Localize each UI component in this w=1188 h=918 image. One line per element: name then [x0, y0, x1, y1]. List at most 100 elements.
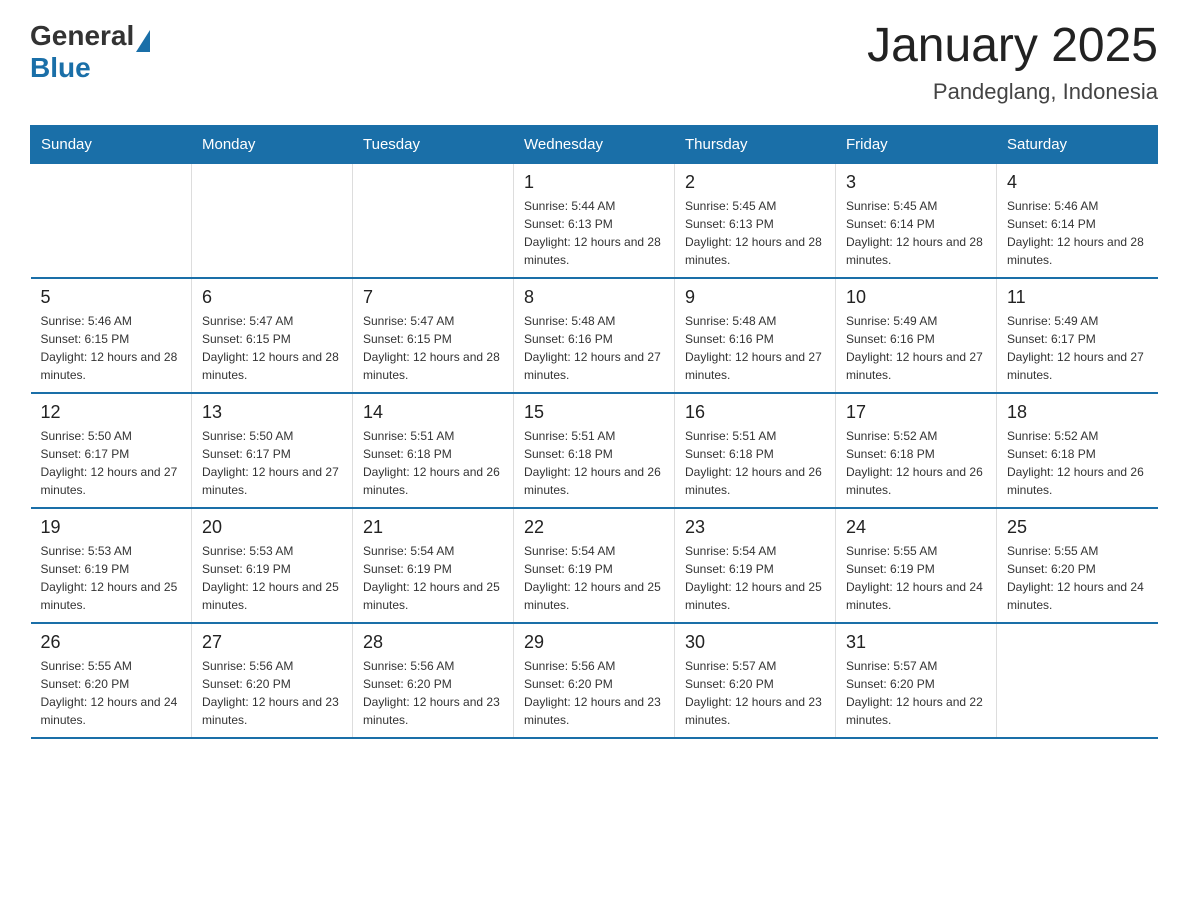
- day-info: Sunrise: 5:55 AMSunset: 6:19 PMDaylight:…: [846, 542, 986, 614]
- day-info: Sunrise: 5:57 AMSunset: 6:20 PMDaylight:…: [685, 657, 825, 729]
- day-info: Sunrise: 5:55 AMSunset: 6:20 PMDaylight:…: [41, 657, 182, 729]
- calendar-header-thursday: Thursday: [675, 125, 836, 163]
- calendar-header-monday: Monday: [192, 125, 353, 163]
- day-number: 15: [524, 402, 664, 423]
- day-number: 26: [41, 632, 182, 653]
- calendar-cell: 21Sunrise: 5:54 AMSunset: 6:19 PMDayligh…: [353, 508, 514, 623]
- day-info: Sunrise: 5:54 AMSunset: 6:19 PMDaylight:…: [685, 542, 825, 614]
- day-info: Sunrise: 5:48 AMSunset: 6:16 PMDaylight:…: [685, 312, 825, 384]
- calendar-table: SundayMondayTuesdayWednesdayThursdayFrid…: [30, 125, 1158, 739]
- calendar-cell: 31 Sunrise: 5:57 AMSunset: 6:20 PMDayligh…: [836, 623, 997, 738]
- day-number: 18: [1007, 402, 1148, 423]
- calendar-week-row: 1Sunrise: 5:44 AMSunset: 6:13 PMDaylight…: [31, 163, 1158, 278]
- day-number: 17: [846, 402, 986, 423]
- day-number: 16: [685, 402, 825, 423]
- calendar-cell: [192, 163, 353, 278]
- day-number: 14: [363, 402, 503, 423]
- calendar-cell: 7 Sunrise: 5:47 AMSunset: 6:15 PMDaylight…: [353, 278, 514, 393]
- calendar-cell: 24 Sunrise: 5:55 AMSunset: 6:19 PMDayligh…: [836, 508, 997, 623]
- calendar-cell: 19Sunrise: 5:53 AMSunset: 6:19 PMDayligh…: [31, 508, 192, 623]
- day-number: 6: [202, 287, 342, 308]
- calendar-cell: 13 Sunrise: 5:50 AMSunset: 6:17 PMDayligh…: [192, 393, 353, 508]
- day-info: Sunrise: 5:56 AMSunset: 6:20 PMDaylight:…: [202, 657, 342, 729]
- day-info: Sunrise: 5:46 AMSunset: 6:14 PMDaylight:…: [1007, 197, 1148, 269]
- day-info: Sunrise: 5:51 AMSunset: 6:18 PMDaylight:…: [685, 427, 825, 499]
- calendar-cell: 22 Sunrise: 5:54 AMSunset: 6:19 PMDayligh…: [514, 508, 675, 623]
- day-number: 27: [202, 632, 342, 653]
- calendar-cell: 17 Sunrise: 5:52 AMSunset: 6:18 PMDayligh…: [836, 393, 997, 508]
- day-info: Sunrise: 5:55 AMSunset: 6:20 PMDaylight:…: [1007, 542, 1148, 614]
- day-number: 5: [41, 287, 182, 308]
- day-number: 13: [202, 402, 342, 423]
- day-number: 30: [685, 632, 825, 653]
- day-info: Sunrise: 5:53 AMSunset: 6:19 PMDaylight:…: [202, 542, 342, 614]
- day-info: Sunrise: 5:50 AMSunset: 6:17 PMDaylight:…: [202, 427, 342, 499]
- day-number: 10: [846, 287, 986, 308]
- calendar-week-row: 12 Sunrise: 5:50 AMSunset: 6:17 PMDayligh…: [31, 393, 1158, 508]
- logo-triangle-icon: [136, 30, 150, 52]
- calendar-cell: 8Sunrise: 5:48 AMSunset: 6:16 PMDaylight…: [514, 278, 675, 393]
- calendar-header-row: SundayMondayTuesdayWednesdayThursdayFrid…: [31, 125, 1158, 163]
- day-number: 8: [524, 287, 664, 308]
- day-info: Sunrise: 5:49 AMSunset: 6:16 PMDaylight:…: [846, 312, 986, 384]
- day-number: 21: [363, 517, 503, 538]
- calendar-cell: [997, 623, 1158, 738]
- day-info: Sunrise: 5:51 AMSunset: 6:18 PMDaylight:…: [363, 427, 503, 499]
- calendar-cell: 18Sunrise: 5:52 AMSunset: 6:18 PMDayligh…: [997, 393, 1158, 508]
- calendar-cell: 16 Sunrise: 5:51 AMSunset: 6:18 PMDayligh…: [675, 393, 836, 508]
- day-number: 12: [41, 402, 182, 423]
- calendar-header-tuesday: Tuesday: [353, 125, 514, 163]
- calendar-cell: 25 Sunrise: 5:55 AMSunset: 6:20 PMDayligh…: [997, 508, 1158, 623]
- calendar-cell: 23Sunrise: 5:54 AMSunset: 6:19 PMDayligh…: [675, 508, 836, 623]
- title-section: January 2025 Pandeglang, Indonesia: [867, 20, 1158, 105]
- calendar-cell: 15 Sunrise: 5:51 AMSunset: 6:18 PMDayligh…: [514, 393, 675, 508]
- day-number: 22: [524, 517, 664, 538]
- day-info: Sunrise: 5:45 AMSunset: 6:13 PMDaylight:…: [685, 197, 825, 269]
- calendar-cell: [31, 163, 192, 278]
- day-number: 24: [846, 517, 986, 538]
- day-info: Sunrise: 5:51 AMSunset: 6:18 PMDaylight:…: [524, 427, 664, 499]
- day-info: Sunrise: 5:46 AMSunset: 6:15 PMDaylight:…: [41, 312, 182, 384]
- calendar-week-row: 26 Sunrise: 5:55 AMSunset: 6:20 PMDayligh…: [31, 623, 1158, 738]
- calendar-cell: 20 Sunrise: 5:53 AMSunset: 6:19 PMDayligh…: [192, 508, 353, 623]
- calendar-cell: 6 Sunrise: 5:47 AMSunset: 6:15 PMDaylight…: [192, 278, 353, 393]
- calendar-cell: 10 Sunrise: 5:49 AMSunset: 6:16 PMDayligh…: [836, 278, 997, 393]
- day-number: 31: [846, 632, 986, 653]
- calendar-cell: 4 Sunrise: 5:46 AMSunset: 6:14 PMDaylight…: [997, 163, 1158, 278]
- calendar-cell: 27 Sunrise: 5:56 AMSunset: 6:20 PMDayligh…: [192, 623, 353, 738]
- day-info: Sunrise: 5:57 AMSunset: 6:20 PMDaylight:…: [846, 657, 986, 729]
- calendar-header-sunday: Sunday: [31, 125, 192, 163]
- calendar-cell: 2 Sunrise: 5:45 AMSunset: 6:13 PMDaylight…: [675, 163, 836, 278]
- day-number: 28: [363, 632, 503, 653]
- calendar-week-row: 5 Sunrise: 5:46 AMSunset: 6:15 PMDaylight…: [31, 278, 1158, 393]
- day-info: Sunrise: 5:56 AMSunset: 6:20 PMDaylight:…: [363, 657, 503, 729]
- day-number: 20: [202, 517, 342, 538]
- day-number: 4: [1007, 172, 1148, 193]
- calendar-cell: 5 Sunrise: 5:46 AMSunset: 6:15 PMDaylight…: [31, 278, 192, 393]
- day-info: Sunrise: 5:53 AMSunset: 6:19 PMDaylight:…: [41, 542, 182, 614]
- day-info: Sunrise: 5:47 AMSunset: 6:15 PMDaylight:…: [202, 312, 342, 384]
- day-number: 2: [685, 172, 825, 193]
- day-info: Sunrise: 5:52 AMSunset: 6:18 PMDaylight:…: [846, 427, 986, 499]
- calendar-cell: 9 Sunrise: 5:48 AMSunset: 6:16 PMDaylight…: [675, 278, 836, 393]
- logo-blue: Blue: [30, 52, 150, 84]
- day-number: 25: [1007, 517, 1148, 538]
- month-title: January 2025: [867, 20, 1158, 73]
- calendar-header-wednesday: Wednesday: [514, 125, 675, 163]
- logo-general: General: [30, 20, 134, 52]
- calendar-cell: 3Sunrise: 5:45 AMSunset: 6:14 PMDaylight…: [836, 163, 997, 278]
- day-number: 3: [846, 172, 986, 193]
- calendar-header-saturday: Saturday: [997, 125, 1158, 163]
- day-info: Sunrise: 5:56 AMSunset: 6:20 PMDaylight:…: [524, 657, 664, 729]
- logo: General Blue: [30, 20, 150, 84]
- calendar-cell: 28 Sunrise: 5:56 AMSunset: 6:20 PMDayligh…: [353, 623, 514, 738]
- calendar-cell: 14 Sunrise: 5:51 AMSunset: 6:18 PMDayligh…: [353, 393, 514, 508]
- day-info: Sunrise: 5:54 AMSunset: 6:19 PMDaylight:…: [524, 542, 664, 614]
- calendar-cell: [353, 163, 514, 278]
- day-number: 9: [685, 287, 825, 308]
- calendar-header-friday: Friday: [836, 125, 997, 163]
- day-info: Sunrise: 5:47 AMSunset: 6:15 PMDaylight:…: [363, 312, 503, 384]
- page-header: General Blue January 2025 Pandeglang, In…: [30, 20, 1158, 105]
- day-info: Sunrise: 5:49 AMSunset: 6:17 PMDaylight:…: [1007, 312, 1148, 384]
- day-number: 7: [363, 287, 503, 308]
